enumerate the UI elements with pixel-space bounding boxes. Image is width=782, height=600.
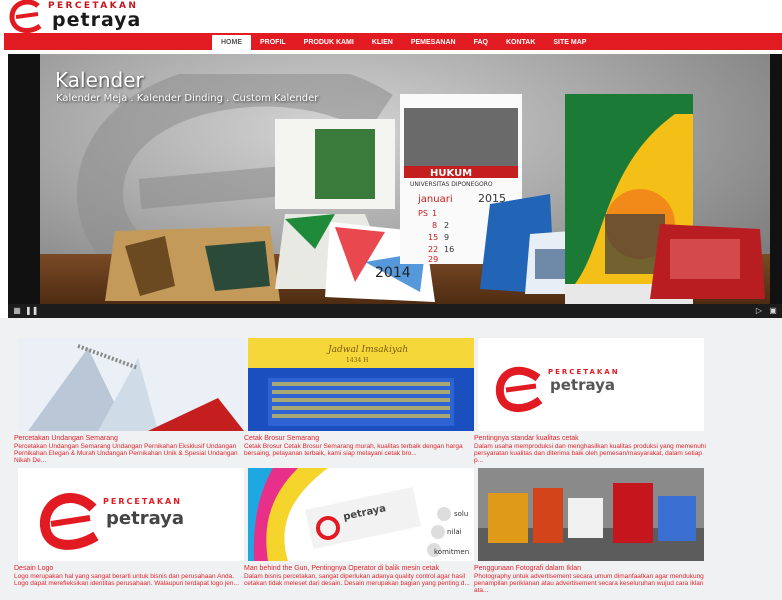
nav-produk-kami[interactable]: PRODUK KAMI: [295, 35, 363, 50]
calendar-univ-text: UNIVERSITAS DIPONEGORO: [410, 181, 493, 188]
calendar-day-label: PS: [418, 209, 428, 218]
article-thumb-undangan[interactable]: [18, 338, 244, 431]
calendar-num-22: 22: [428, 245, 438, 254]
brosur-year-text: 1434 H: [346, 357, 368, 364]
article-desc: Cetak Brosur Cetak Brosur Semarang murah…: [244, 443, 463, 457]
thumb-logo-bottom: petraya: [106, 508, 184, 529]
article-desc: Photography untuk advertisement secara u…: [474, 573, 704, 594]
calendar-num-9: 9: [444, 233, 449, 242]
article-thumb-fotografi[interactable]: [478, 468, 704, 561]
calendar-num-8: 8: [432, 221, 437, 230]
logo-bottom-text: petraya: [52, 9, 142, 31]
calendar-2014-year: 2014: [375, 265, 411, 281]
slide-kalender[interactable]: Kalender Kalender Meja . Kalender Dindin…: [40, 54, 770, 304]
article-title[interactable]: Cetak Brosur Semarang: [244, 435, 319, 442]
main-nav-bar: HOME PROFIL PRODUK KAMI KLIEN PEMESANAN …: [4, 33, 782, 50]
site-logo[interactable]: PERCETAKAN petraya: [8, 0, 158, 33]
article-title[interactable]: Man behind the Gun, Pentingnya Operator …: [244, 565, 439, 572]
article-thumb-operator[interactable]: petraya solu nilai komitmen: [248, 468, 474, 561]
article-title[interactable]: Desain Logo: [14, 565, 53, 572]
nav-site-map[interactable]: SITE MAP: [544, 35, 595, 50]
article-desc: Logo merupakan hal yang sangat berarti u…: [14, 573, 239, 587]
article-thumb-brosur[interactable]: Jadwal Imsakiyah 1434 H: [248, 338, 474, 431]
article-desc: Dalam usaha memproduksi dan menghasilkan…: [474, 443, 706, 464]
nav-profil[interactable]: PROFIL: [251, 35, 295, 50]
article-thumb-kualitas[interactable]: PERCETAKAN petraya: [478, 338, 704, 431]
article-desc: Percetakan Undangan Semarang Undangan Pe…: [14, 443, 238, 464]
nav-kontak[interactable]: KONTAK: [497, 35, 544, 50]
article-title[interactable]: Pentingnya standar kualitas cetak: [474, 435, 579, 442]
article-title[interactable]: Penggunaan Fotografi dalam Iklan: [474, 565, 581, 572]
calendar-red-desk: [650, 224, 765, 299]
article-thumb-logo[interactable]: PERCETAKAN petraya: [18, 468, 244, 561]
thumb-word-komitmen: komitmen: [434, 548, 469, 556]
calendar-num-29: 29: [428, 255, 438, 264]
slider-controls: ▦ ❚❚ ▷ ▣: [8, 304, 782, 318]
thumb-logo-bottom: petraya: [550, 376, 615, 394]
site-header: PERCETAKAN petraya: [0, 0, 782, 33]
thumb-logo-top: PERCETAKAN: [548, 368, 620, 376]
logo-e-icon: [9, 0, 42, 33]
main-nav: HOME PROFIL PRODUK KAMI KLIEN PEMESANAN …: [212, 35, 595, 50]
calendar-num-2: 2: [444, 221, 449, 230]
pause-icon[interactable]: ❚❚: [25, 306, 38, 316]
calendar-num-16: 16: [444, 245, 454, 254]
slide-subtitle: Kalender Meja . Kalender Dinding . Custo…: [56, 93, 319, 104]
article-title[interactable]: Percetakan Undangan Semarang: [14, 435, 118, 442]
nav-faq[interactable]: FAQ: [465, 35, 497, 50]
calendar-hukum-title: HUKUM: [430, 168, 472, 179]
nav-pemesanan[interactable]: PEMESANAN: [402, 35, 465, 50]
fullscreen-icon[interactable]: ▣: [768, 306, 778, 316]
nav-home[interactable]: HOME: [212, 35, 251, 50]
brosur-header-text: Jadwal Imsakiyah: [326, 345, 408, 355]
calendar-num-15: 15: [428, 233, 438, 242]
thumb-word-solu: solu: [454, 510, 468, 518]
calendar-map-desk: [105, 226, 280, 301]
thumb-word-nilai: nilai: [447, 528, 462, 536]
hero-slider[interactable]: Kalender Kalender Meja . Kalender Dindin…: [8, 54, 782, 318]
articles-grid: Percetakan Undangan Semarang Percetakan …: [0, 318, 782, 600]
grid-icon[interactable]: ▦: [12, 306, 22, 316]
nav-klien[interactable]: KLIEN: [363, 35, 402, 50]
prev-icon[interactable]: ▷: [754, 306, 764, 316]
article-desc: Dalam bisnis percetakan, sangat diperluk…: [244, 573, 470, 587]
slide-title: Kalender: [55, 68, 144, 92]
thumb-logo-top: PERCETAKAN: [103, 497, 182, 506]
calendar-month: januari: [417, 194, 453, 205]
calendar-num-1: 1: [432, 209, 437, 218]
